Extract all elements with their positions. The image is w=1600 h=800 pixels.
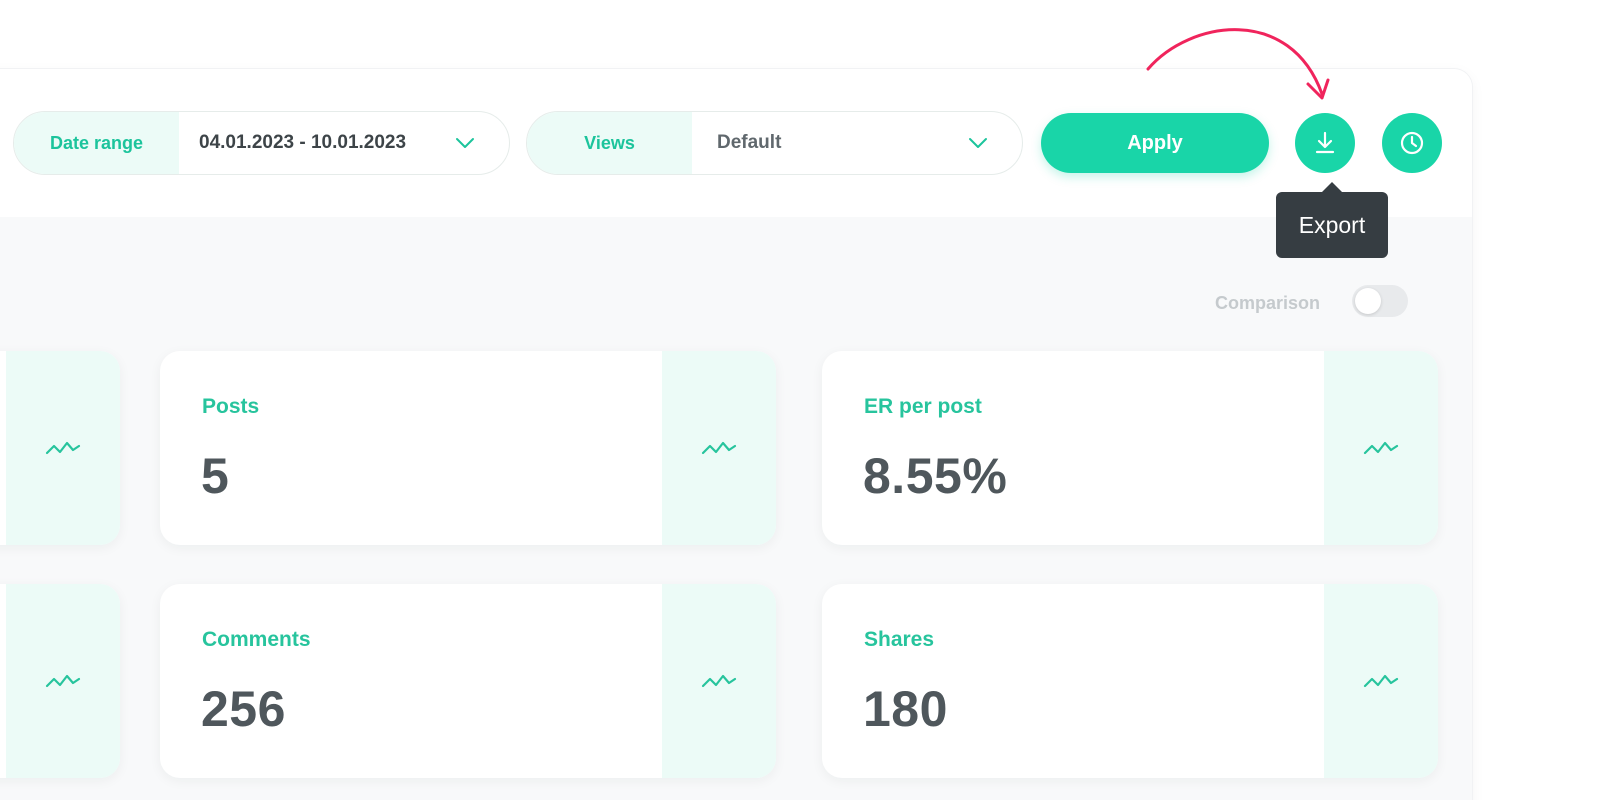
stage: Date range 04.01.2023 - 10.01.2023 Views… [0,0,1600,800]
annotation-arrow-icon [1146,28,1330,100]
